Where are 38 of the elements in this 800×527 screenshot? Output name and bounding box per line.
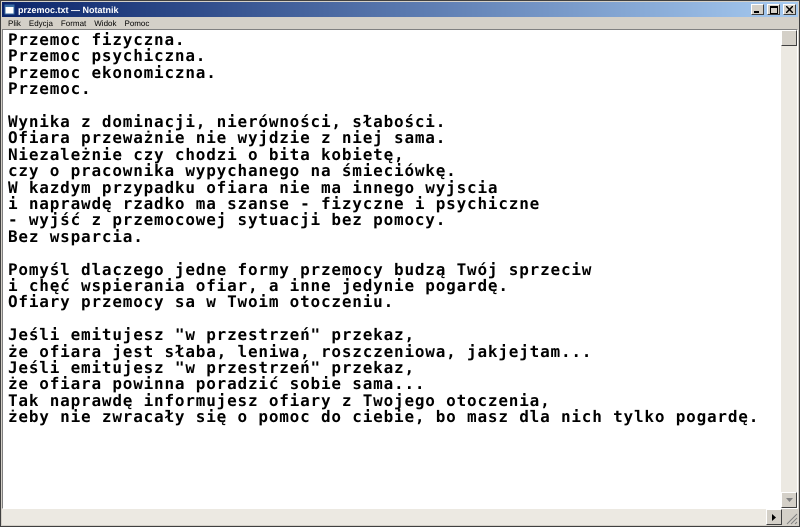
- text-line: czy o pracownika wypychanego na śmieciówkę.: [8, 163, 457, 180]
- close-button[interactable]: [783, 4, 796, 15]
- text-line: i naprawdę rzadko ma szanse - fizyczne i psychiczne: [8, 196, 542, 212]
- text-line: że ofiara jest słaba, leniwa, roszczeniowa, jakjejtam...: [8, 344, 594, 360]
- text-line: Ofiary przemocy sa w Twoim otoczeniu.: [8, 294, 394, 311]
- text-line: Przemoc psychiczna.: [8, 48, 206, 65]
- text-line: Jeśli emitujesz "w przestrzeń" przekaz,: [8, 360, 415, 376]
- text-line: żeby nie zwracały się o pomoc do ciebie, bo masz dla nich tylko pogardę.: [8, 409, 760, 426]
- text-line: Tak naprawdę informujesz ofiary z Twojego otoczenia,: [8, 392, 552, 410]
- text-line: - wyjść z przemocowej sytuacji bez pomocy.: [8, 212, 446, 229]
- text-line: Bez wsparcia.: [8, 228, 144, 246]
- menu-item[interactable]: Widok: [94, 18, 116, 28]
- text-line: Przemoc ekonomiczna.: [8, 64, 218, 82]
- menu-item[interactable]: Edycja: [28, 18, 53, 28]
- close-icon: [786, 6, 793, 14]
- right-arrow-icon: [772, 514, 776, 520]
- text-line: Ofiara przeważnie nie wyjdzie z niej sama.: [8, 130, 448, 147]
- minimize-button[interactable]: [751, 4, 764, 15]
- maximize-icon: [770, 6, 778, 14]
- menu-item[interactable]: Pomoc: [124, 18, 150, 28]
- text-line: i chęć wspierania ofiar, a inne jedynie pogardę.: [8, 278, 510, 294]
- text-line: W kazdym przypadku ofiara nie ma innego wyjscia: [8, 180, 498, 196]
- notepad-icon: [4, 4, 15, 15]
- window-title: przemoc.txt — Notatnik: [18, 4, 119, 14]
- text-line: Niezależnie czy chodzi o bita kobietę,: [8, 146, 404, 164]
- menu-item[interactable]: Plik: [8, 18, 21, 28]
- horizontal-scrollbar[interactable]: [2, 509, 798, 525]
- text-line: Przemoc.: [8, 81, 92, 98]
- text-line: Jeśli emitujesz "w przestrzeń" przekaz,: [8, 327, 415, 344]
- resize-grip-icon[interactable]: [782, 509, 798, 525]
- maximize-button[interactable]: [767, 4, 780, 15]
- vertical-scrollbar[interactable]: [781, 30, 797, 508]
- text-line: że ofiara powinna poradzić sobie sama...: [8, 376, 426, 393]
- down-arrow-icon: [786, 498, 792, 502]
- menu-item[interactable]: Format: [60, 18, 86, 28]
- text-line: Wynika z dominacji, nierówności, słabości.: [8, 114, 448, 130]
- text-line: Pomyśl dlaczego jedne formy przemocy budzą Twój sprzeciw: [8, 262, 594, 278]
- text-line: Przemoc fizyczna.: [8, 32, 186, 48]
